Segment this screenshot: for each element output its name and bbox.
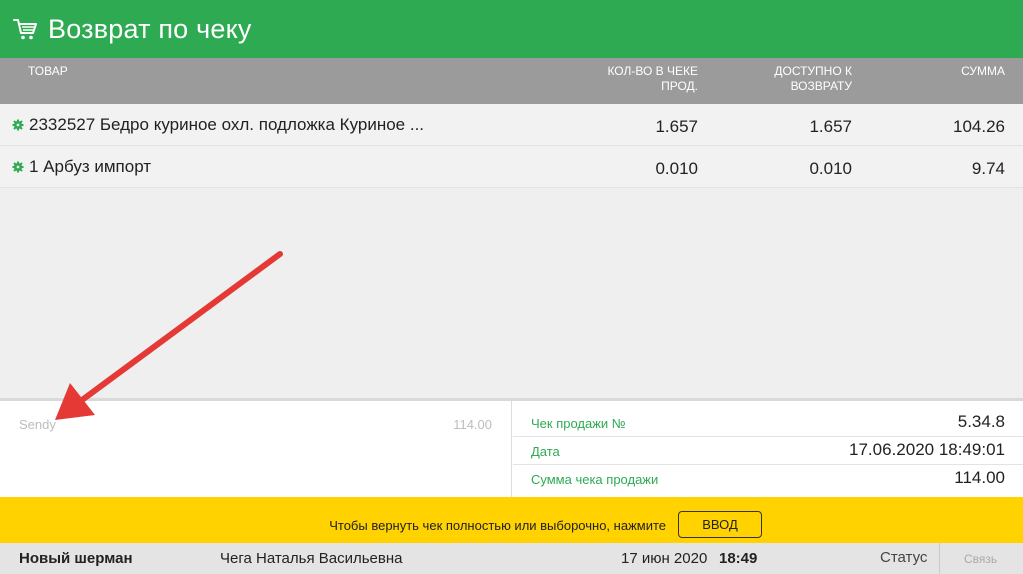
cart-icon: [13, 19, 37, 40]
column-qty-line1: КОЛ-ВО В ЧЕКЕ: [607, 64, 698, 78]
receipt-info-panel: Чек продажи № 5.34.8 Дата 17.06.2020 18:…: [513, 401, 1023, 497]
item-qty: 1.657: [655, 117, 698, 136]
item-name-cell: 1 Арбуз импорт: [12, 157, 151, 177]
item-sum: 104.26: [953, 117, 1005, 136]
table-header: ТОВАР КОЛ-ВО В ЧЕКЕ ПРОД. ДОСТУПНО К ВОЗ…: [0, 58, 1023, 104]
item-available: 0.010: [809, 159, 852, 178]
prompt-bar: Чтобы вернуть чек полностью или выборочн…: [0, 497, 1023, 543]
column-available-line2: ВОЗВРАТУ: [790, 79, 852, 93]
connection-label[interactable]: Связь: [964, 552, 997, 566]
column-qty[interactable]: КОЛ-ВО В ЧЕКЕ ПРОД.: [607, 64, 698, 94]
receipt-date: 17.06.2020 18:49:01: [849, 440, 1005, 459]
receipt-date-row: Дата 17.06.2020 18:49:01: [513, 437, 1023, 465]
payment-amount: 114.00: [453, 417, 492, 432]
receipt-date-label: Дата: [531, 444, 560, 459]
table-row[interactable]: 1 Арбуз импорт 0.010 0.010 9.74: [0, 146, 1023, 188]
column-available[interactable]: ДОСТУПНО К ВОЗВРАТУ: [774, 64, 852, 94]
enter-button[interactable]: ВВОД: [678, 511, 762, 538]
receipt-total-row: Сумма чека продажи 114.00: [513, 465, 1023, 493]
gear-icon: [12, 119, 24, 131]
status-date: 17 июн 2020: [621, 550, 708, 567]
cashier-name: Чега Наталья Васильевна: [220, 550, 403, 567]
prompt-message: Чтобы вернуть чек полностью или выборочн…: [329, 518, 666, 533]
receipt-total-label: Сумма чека продажи: [531, 472, 659, 487]
receipt-total: 114.00: [954, 468, 1005, 487]
status-bar: Новый шерман Чега Наталья Васильевна 17 …: [0, 543, 1023, 574]
page-title: Возврат по чеку: [48, 13, 252, 44]
item-available: 1.657: [809, 117, 852, 136]
item-name-cell: 2332527 Бедро куриное охл. подложка Кури…: [12, 115, 424, 135]
gear-icon: [12, 161, 24, 173]
receipt-number: 5.34.8: [957, 412, 1005, 431]
item-sum: 9.74: [971, 159, 1005, 178]
column-qty-line2: ПРОД.: [661, 79, 698, 93]
item-qty: 0.010: [655, 159, 698, 178]
status-separator: [939, 543, 940, 574]
item-name: 1 Арбуз импорт: [29, 157, 152, 176]
items-table: 2332527 Бедро куриное охл. подложка Кури…: [0, 104, 1023, 398]
payment-name[interactable]: Sendy: [19, 417, 56, 432]
payment-panel: Sendy 114.00: [0, 401, 512, 497]
status-time: 18:49: [719, 550, 758, 567]
receipt-number-row: Чек продажи № 5.34.8: [513, 409, 1023, 437]
column-item[interactable]: ТОВАР: [28, 64, 68, 79]
store-name: Новый шерман: [19, 550, 133, 567]
title-bar: Возврат по чеку: [0, 0, 1023, 58]
receipt-number-label: Чек продажи №: [531, 416, 626, 431]
status-label[interactable]: Статус: [880, 549, 927, 566]
column-sum[interactable]: СУММА: [961, 64, 1005, 79]
table-row[interactable]: 2332527 Бедро куриное охл. подложка Кури…: [0, 104, 1023, 146]
item-name: 2332527 Бедро куриное охл. подложка Кури…: [29, 115, 425, 134]
column-available-line1: ДОСТУПНО К: [774, 64, 852, 78]
